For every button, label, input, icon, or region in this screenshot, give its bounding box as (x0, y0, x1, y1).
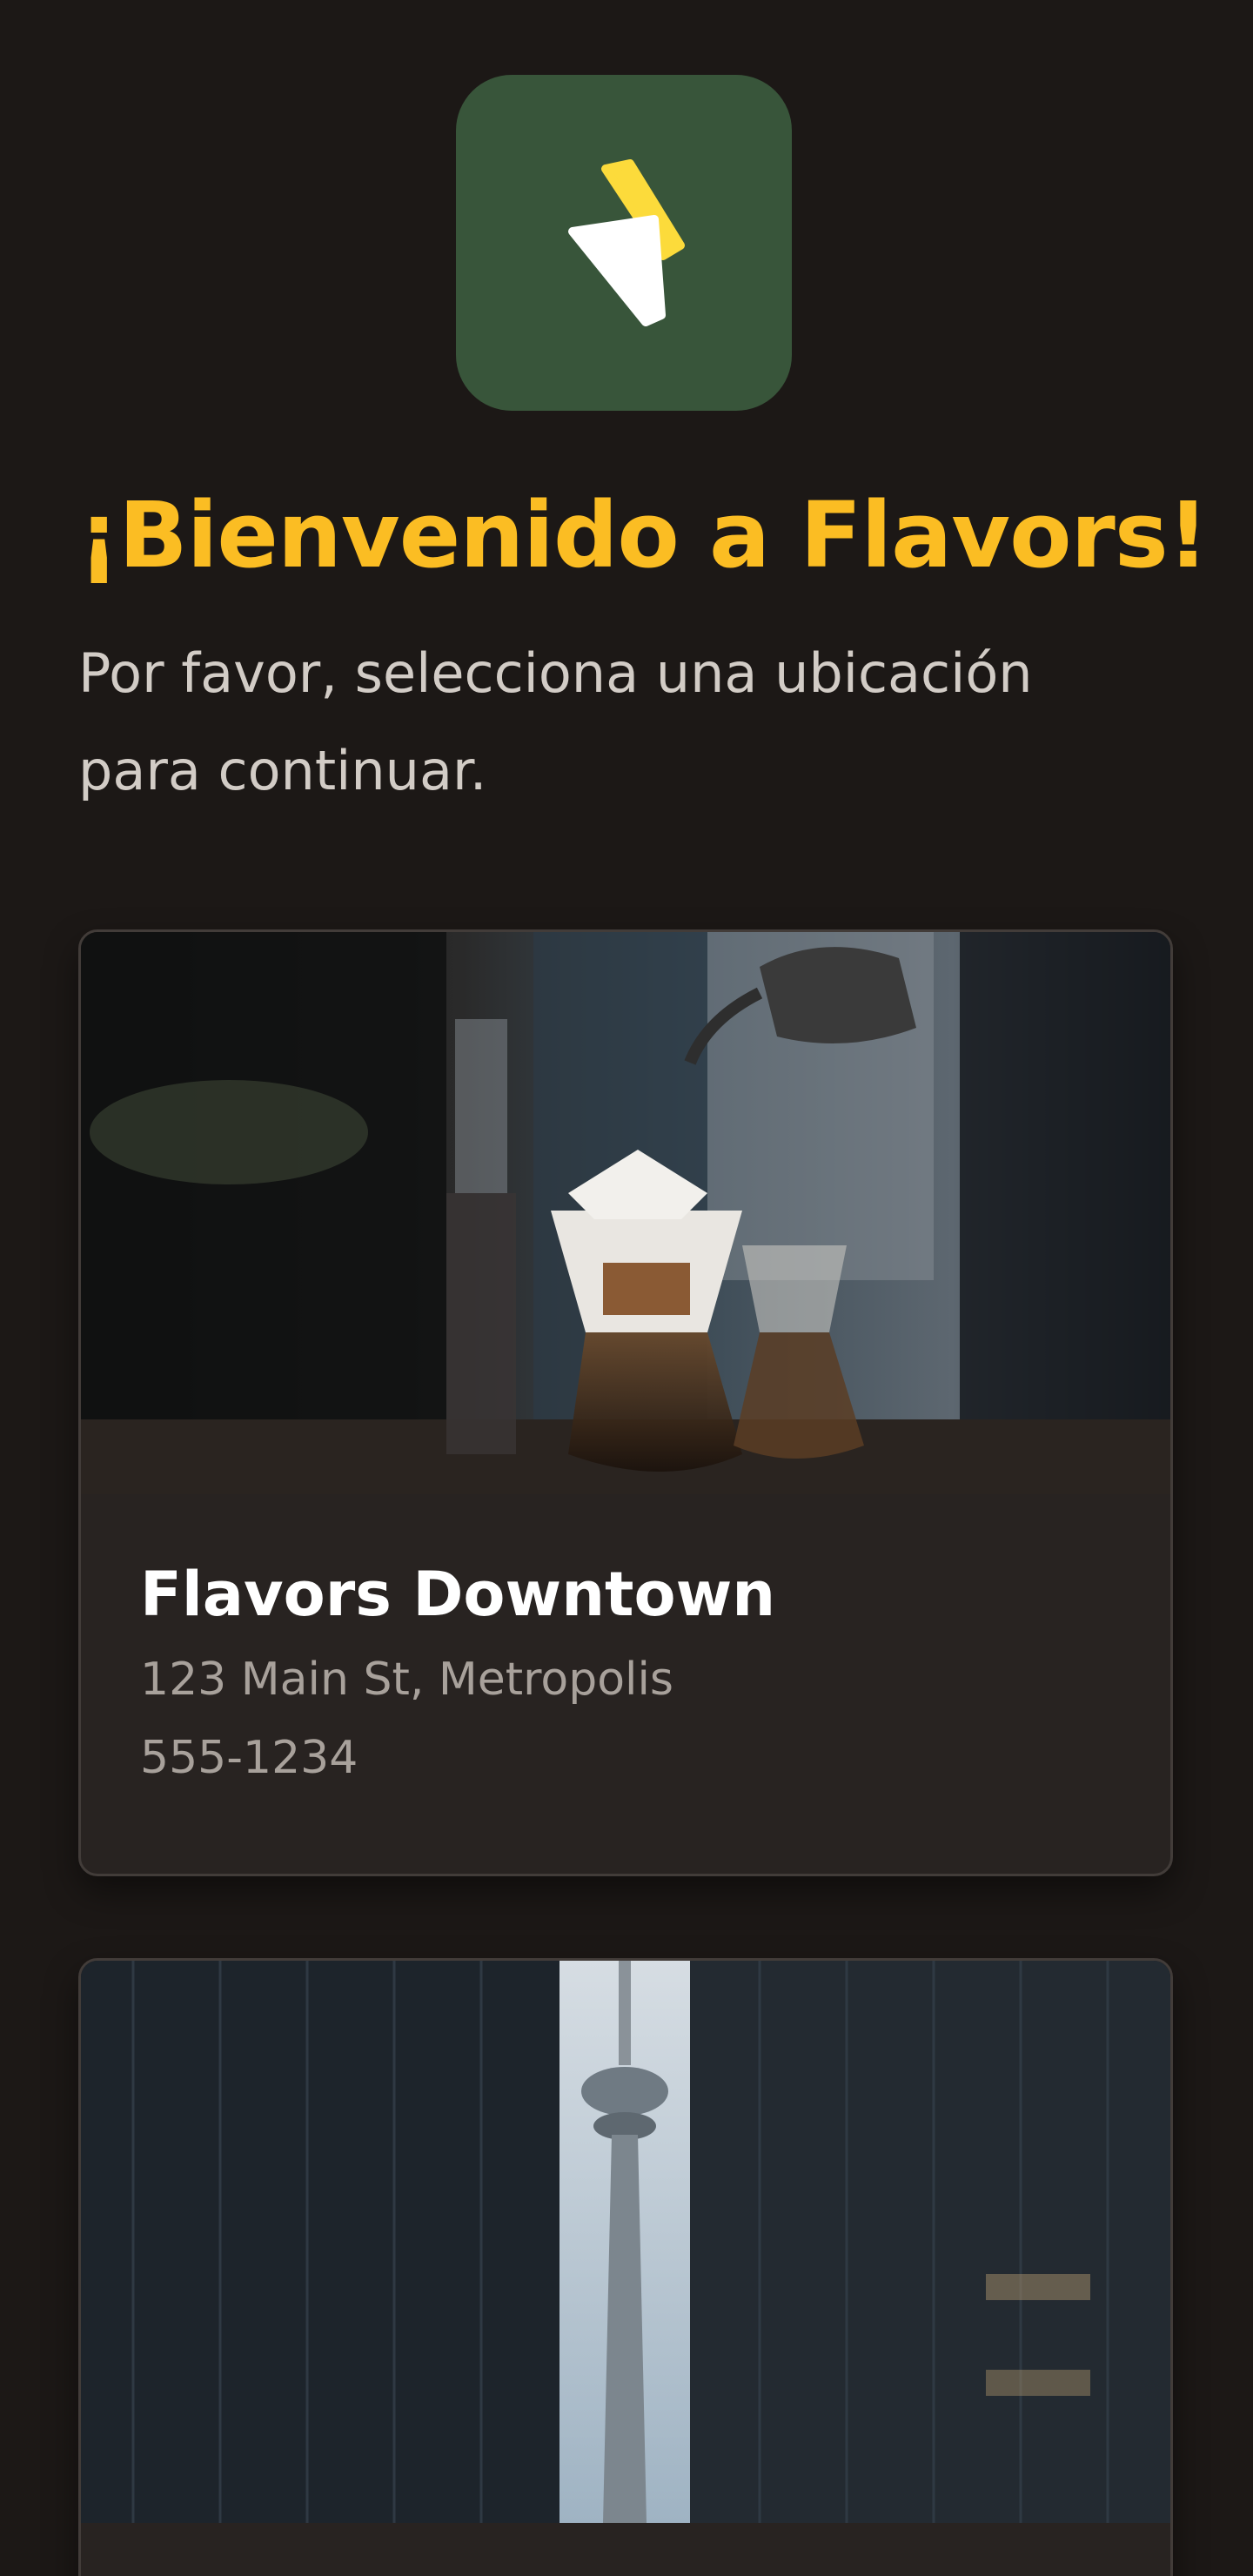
lightning-bolt-icon (568, 159, 685, 326)
city-tower-photo (81, 1961, 1170, 2523)
location-address: 123 Main St, Metropolis (140, 1654, 674, 1706)
page-subtitle: Por favor, selecciona una ubicación para… (78, 641, 1033, 802)
location-card[interactable]: Flavors Downtown 123 Main St, Metropolis… (78, 929, 1173, 1876)
location-card[interactable] (78, 1958, 1173, 2576)
location-phone: 555-1234 (140, 1732, 358, 1784)
app-logo (456, 75, 792, 411)
page-title: ¡Bienvenido a Flavors! (78, 482, 1209, 588)
location-name: Flavors Downtown (140, 1559, 776, 1630)
coffee-brewing-photo (81, 932, 1170, 1494)
location-select-screen: ¡Bienvenido a Flavors! Por favor, selecc… (0, 0, 1253, 2576)
